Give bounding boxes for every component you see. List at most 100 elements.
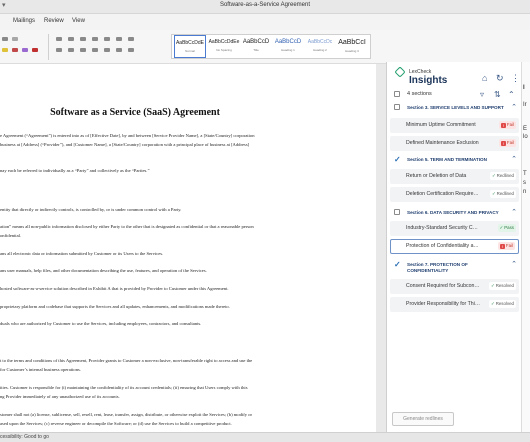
section-checkbox[interactable] [394, 104, 400, 110]
status-badge: ✓Redlined [489, 172, 516, 180]
title-bar: ▾ Software-as-a-Service Agreement [0, 0, 530, 14]
style-heading-3[interactable]: AaBbCcI Heading 3 [336, 35, 368, 58]
style-sample: AaBbCcDdEe [208, 39, 240, 45]
accessibility-status[interactable]: cessibility: Good to go [0, 434, 49, 440]
check-item-label: Defined Maintenance Exclusion [406, 140, 479, 146]
side-strip: I Ir E lo T s n [521, 62, 530, 432]
check-item[interactable]: Minimum Uptime Commitment ! Fail [390, 118, 519, 133]
document-line: stomer shall not (a) license, sublicense… [0, 412, 253, 417]
document-line: business at [Address] (“Provider”), and … [0, 142, 250, 147]
fail-icon: ! [500, 122, 506, 128]
style-sample: AaBbCcDc [307, 39, 333, 45]
status-badge: ✓Pass [497, 224, 516, 232]
multilevel-list-icon[interactable] [80, 37, 86, 41]
font-size-icon[interactable] [2, 37, 8, 41]
chevron-up-icon[interactable]: ⌃ [511, 155, 517, 163]
style-no-spacing[interactable]: AaBbCcDdEe No Spacing [208, 35, 240, 58]
check-icon: ✓ [491, 191, 496, 196]
style-title[interactable]: AaBbCcD Title [240, 35, 272, 58]
lexcheck-logo-icon [394, 66, 406, 78]
refresh-icon[interactable]: ↻ [496, 73, 504, 84]
check-item-label: Protection of Confidentiality and Data [406, 243, 480, 249]
borders-icon[interactable] [128, 48, 134, 52]
align-right-icon[interactable] [80, 48, 86, 52]
style-sample: AaBbCcD [274, 39, 302, 45]
menu-mailings[interactable]: Mailings [13, 18, 35, 24]
menu-view[interactable]: View [72, 18, 85, 24]
check-item-selected[interactable]: Protection of Confidentiality and Data !… [390, 239, 519, 254]
section-checkbox[interactable] [394, 209, 400, 215]
check-item-label: Consent Required for Subcontractors [406, 283, 480, 289]
justify-icon[interactable] [92, 48, 98, 52]
decrease-indent-icon[interactable] [92, 37, 98, 41]
text-effects-icon[interactable] [22, 48, 28, 52]
check-item-label: Industry-Standard Security Controls [406, 225, 480, 231]
chevron-up-icon[interactable]: ⌃ [511, 260, 517, 268]
sections-toolbar: 4 sections ▿ ⇅ ⌃ [387, 88, 521, 102]
pass-icon: ✓ [499, 225, 504, 230]
styles-gallery: AaBbCcDdE Normal AaBbCcDdEe No Spacing A… [171, 34, 371, 59]
style-heading-1[interactable]: AaBbCcD Heading 1 [272, 35, 304, 58]
strip-text: n [523, 189, 527, 195]
lexcheck-panel: LexCheck Insights ⌂ ↻ ⋮ 4 sections ▿ ⇅ ⌃… [386, 62, 530, 432]
strip-text: T [523, 171, 527, 177]
window-title: Software-as-a-Service Agreement [219, 2, 311, 8]
check-item[interactable]: Return or Deletion of Data ✓Redlined [390, 169, 519, 184]
font-color-icon[interactable] [12, 48, 18, 52]
fail-icon: ! [500, 140, 506, 146]
check-item-label: Deletion Certification Requirement [406, 191, 480, 197]
filter-icon[interactable]: ▿ [480, 90, 484, 99]
collapse-all-icon[interactable]: ⌃ [508, 90, 515, 99]
check-icon: ✓ [491, 283, 495, 288]
document-area: Software as a Service (SaaS) Agreement e… [0, 64, 386, 432]
badge-label: Fail [506, 122, 514, 127]
document-line: ased upon the Services; (c) reverse engi… [0, 421, 232, 426]
style-normal[interactable]: AaBbCcDdE Normal [174, 35, 206, 58]
check-icon: ✓ [491, 301, 495, 306]
style-heading-2[interactable]: AaBbCcDc Heading 2 [304, 35, 336, 58]
align-center-icon[interactable] [68, 48, 74, 52]
increase-indent-icon[interactable] [104, 37, 110, 41]
highlight-icon[interactable] [2, 48, 8, 52]
check-item[interactable]: Industry-Standard Security Controls ✓Pas… [390, 221, 519, 236]
badge-label: Resolved [495, 283, 514, 288]
align-left-icon[interactable] [56, 48, 62, 52]
font-case-icon[interactable] [12, 37, 18, 41]
menu-review[interactable]: Review [44, 18, 64, 24]
strip-text: E [523, 126, 528, 132]
bullets-icon[interactable] [56, 37, 62, 41]
document-line: ng Provider immediately of any unauthori… [0, 394, 120, 399]
select-all-checkbox[interactable] [394, 91, 400, 97]
check-item[interactable]: Provider Responsibility for Third Partie… [390, 297, 519, 312]
show-marks-icon[interactable] [128, 37, 134, 41]
document-line: entity that directly or indirectly contr… [0, 207, 182, 212]
more-vertical-icon[interactable]: ⋮ [511, 73, 520, 84]
document-line: onfidential. [0, 233, 22, 238]
menu-bar: Mailings Review View [0, 14, 530, 30]
document-line: ans user manuals, help files, and other … [0, 268, 207, 273]
generate-redlines-button[interactable]: Generate redlines [392, 412, 454, 426]
check-item[interactable]: Defined Maintenance Exclusion ! Fail [390, 136, 519, 151]
badge-label: Fail [505, 243, 513, 248]
shading-icon[interactable] [116, 48, 122, 52]
document-line: hosted software-as-a-service solution de… [0, 286, 229, 291]
check-icon: ✓ [491, 173, 496, 178]
check-item[interactable]: Deletion Certification Requirement ✓Redl… [390, 187, 519, 202]
status-bar: cessibility: Good to go [0, 432, 530, 442]
chevron-up-icon[interactable]: ⌃ [511, 208, 517, 216]
chevron-up-icon[interactable]: ⌃ [511, 103, 517, 111]
section-complete-icon: ✓ [394, 155, 401, 164]
document-line: t to the terms and conditions of this Ag… [0, 358, 253, 363]
numbering-icon[interactable] [68, 37, 74, 41]
document-page[interactable]: Software as a Service (SaaS) Agreement e… [0, 64, 376, 432]
check-item-label: Provider Responsibility for Third Partie… [406, 301, 480, 307]
document-line: proprietary platform and codebase that s… [0, 304, 230, 309]
sort-icon[interactable]: ⇅ [494, 90, 501, 99]
line-spacing-icon[interactable] [104, 48, 110, 52]
check-item[interactable]: Consent Required for Subcontractors ✓Res… [390, 279, 519, 294]
text-color-icon[interactable] [32, 48, 38, 52]
home-icon[interactable]: ⌂ [482, 73, 487, 83]
fail-icon: ! [499, 243, 505, 249]
strip-text: Ir [523, 102, 527, 108]
sort-icon[interactable] [116, 37, 122, 41]
